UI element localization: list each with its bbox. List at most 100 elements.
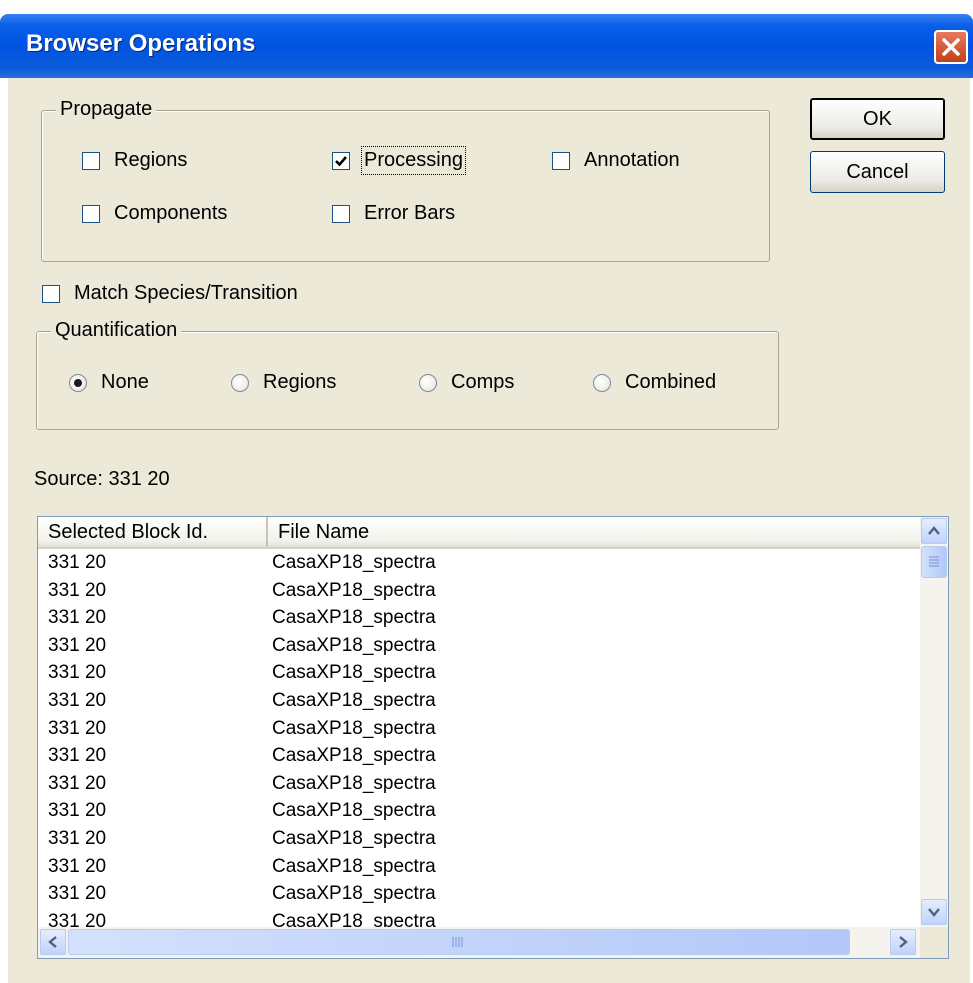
scrollbar-corner [920,927,948,958]
checkmark-icon [335,155,347,166]
annotation-checkbox-label: Annotation [584,149,680,171]
scroll-down-button[interactable] [921,899,947,925]
block-id-cell: 331 20 [48,634,107,656]
column-header-block-id[interactable]: Selected Block Id. [38,517,268,547]
close-icon [942,38,960,56]
block-id-cell: 331 20 [48,883,107,905]
table-row[interactable]: 331 20 CasaXP18_spectra [38,577,920,605]
file-name-cell: CasaXP18_spectra [272,827,436,849]
block-id-cell: 331 20 [48,717,107,739]
block-id-cell: 331 20 [48,855,107,877]
file-name-cell: CasaXP18_spectra [272,634,436,656]
table-row[interactable]: 331 20 CasaXP18_spectra [38,632,920,660]
quant-regions-label: Regions [263,371,337,393]
quant-combined-label: Combined [625,371,717,393]
vertical-scroll-thumb[interactable] [921,546,947,578]
file-name-cell: CasaXP18_spectra [272,883,436,905]
table-row[interactable]: 331 20 CasaXP18_spectra [38,853,920,881]
vertical-scrollbar[interactable] [920,517,948,927]
grip-icon [929,556,939,567]
file-name-cell: CasaXP18_spectra [272,772,436,794]
file-name-cell: CasaXP18_spectra [272,552,436,573]
file-name-cell: CasaXP18_spectra [272,717,436,739]
title-bar: Browser Operations [0,14,973,78]
match-species-checkbox-label: Match Species/Transition [74,282,298,304]
error-bars-checkbox[interactable]: Error Bars [332,202,455,225]
table-row[interactable]: 331 20 CasaXP18_spectra [38,742,920,770]
scroll-right-button[interactable] [890,929,916,955]
propagate-group [41,110,770,262]
table-row[interactable]: 331 20 CasaXP18_spectra [38,825,920,853]
block-id-cell: 331 20 [48,689,107,711]
quant-combined-radio[interactable]: Combined [593,371,716,394]
regions-checkbox-label: Regions [114,149,188,171]
quantification-group-label: Quantification [51,319,182,342]
file-name-cell: CasaXP18_spectra [272,855,436,877]
block-id-cell: 331 20 [48,745,107,767]
block-id-cell: 331 20 [48,607,107,629]
file-name-cell: CasaXP18_spectra [272,579,436,601]
quant-none-label: None [101,371,149,393]
radio-dot[interactable] [419,373,437,392]
grip-icon [452,937,463,947]
block-id-cell: 331 20 [48,827,107,849]
chevron-right-icon [899,936,908,948]
block-id-cell: 331 20 [48,800,107,822]
radio-dot[interactable] [69,373,87,392]
processing-checkbox-label: Processing [361,146,466,175]
ok-button[interactable]: OK [810,98,945,140]
block-list[interactable]: Selected Block Id. File Name 331 20 CasaX… [37,516,949,959]
checkbox-box[interactable] [332,151,350,170]
table-row[interactable]: 331 20 CasaXP18_spectra [38,770,920,798]
checkbox-box[interactable] [42,284,60,303]
window-title: Browser Operations [26,30,256,57]
table-row[interactable]: 331 20 CasaXP18_spectra [38,880,920,908]
quant-regions-radio[interactable]: Regions [231,371,336,394]
file-name-cell: CasaXP18_spectra [272,662,436,684]
file-name-cell: CasaXP18_spectra [272,607,436,629]
match-species-checkbox[interactable]: Match Species/Transition [42,282,298,305]
column-header-file-name[interactable]: File Name [268,517,920,547]
quant-comps-label: Comps [451,371,515,393]
cancel-button[interactable]: Cancel [810,151,945,193]
components-checkbox-label: Components [114,202,228,224]
block-id-cell: 331 20 [48,772,107,794]
error-bars-checkbox-label: Error Bars [364,202,456,224]
table-row[interactable]: 331 20 CasaXP18_spectra [38,659,920,687]
radio-dot[interactable] [593,373,611,392]
block-id-cell: 331 20 [48,662,107,684]
dialog-body: Propagate Regions Processing Annotation … [8,78,970,983]
quant-comps-radio[interactable]: Comps [419,371,514,394]
processing-checkbox[interactable]: Processing [332,146,466,175]
radio-dot[interactable] [231,373,249,392]
block-id-cell: 331 20 [48,579,107,601]
chevron-down-icon [928,908,940,917]
horizontal-scrollbar[interactable] [38,927,920,958]
table-row[interactable]: 331 20 CasaXP18_spectra [38,797,920,825]
scroll-up-button[interactable] [921,518,947,544]
regions-checkbox[interactable]: Regions [82,149,187,172]
chevron-up-icon [928,526,940,535]
checkbox-box[interactable] [332,204,350,223]
table-row[interactable]: 331 20 CasaXP18_spectra [38,549,920,577]
annotation-checkbox[interactable]: Annotation [552,149,680,172]
components-checkbox[interactable]: Components [82,202,227,225]
close-button[interactable] [934,30,968,64]
checkbox-box[interactable] [552,151,570,170]
quant-none-radio[interactable]: None [69,371,149,394]
list-header: Selected Block Id. File Name [38,517,920,549]
file-name-cell: CasaXP18_spectra [272,689,436,711]
scroll-left-button[interactable] [40,929,66,955]
checkbox-box[interactable] [82,204,100,223]
file-name-cell: CasaXP18_spectra [272,800,436,822]
table-row[interactable]: 331 20 CasaXP18_spectra [38,604,920,632]
table-row[interactable]: 331 20 CasaXP18_spectra [38,687,920,715]
checkbox-box[interactable] [82,151,100,170]
propagate-group-label: Propagate [56,98,157,121]
chevron-left-icon [48,936,57,948]
table-row[interactable]: 331 20 CasaXP18_spectra [38,715,920,743]
file-name-cell: CasaXP18_spectra [272,745,436,767]
source-label: Source: 331 20 [34,468,170,490]
horizontal-scroll-thumb[interactable] [68,929,850,955]
list-rows: 331 20 CasaXP18_spectra 331 20 CasaXP18_spe… [38,549,920,935]
